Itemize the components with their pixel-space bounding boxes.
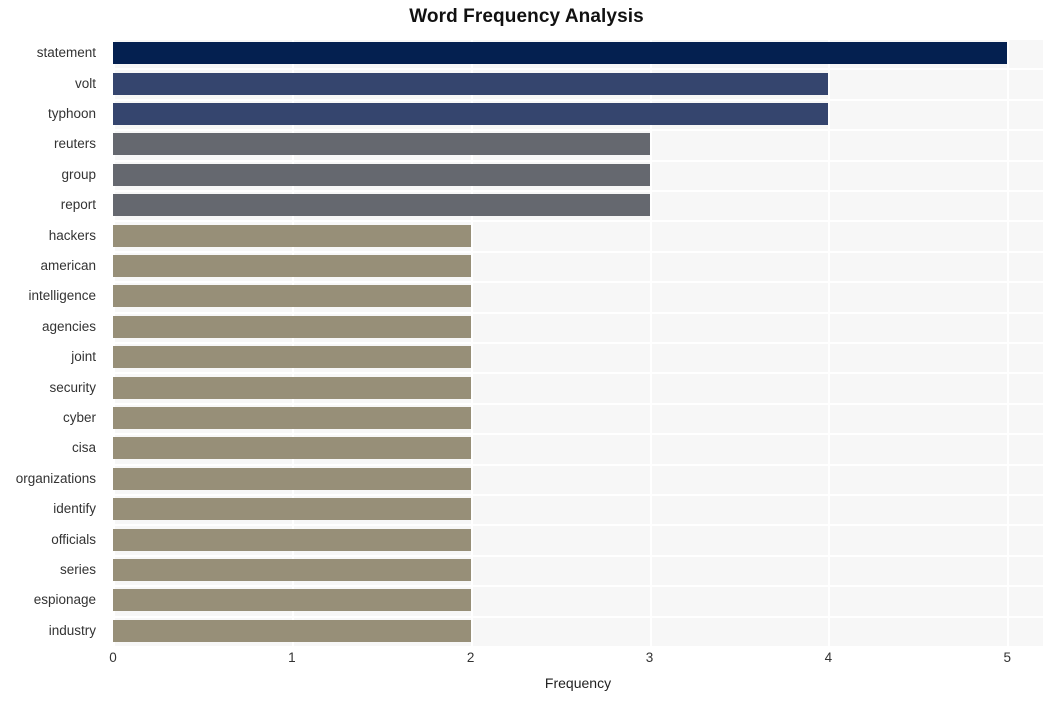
y-axis-tick-label: security	[49, 379, 96, 395]
bar	[113, 42, 1008, 65]
bar	[113, 133, 650, 156]
y-axis-tick-label: series	[59, 562, 96, 577]
bar	[113, 407, 471, 429]
bar	[113, 315, 471, 338]
y-axis-tick-label: american	[40, 258, 96, 273]
bar	[113, 528, 471, 551]
bar	[113, 559, 471, 581]
y-axis-tick-label: report	[60, 197, 96, 213]
y-axis-tick-labels: statement volt typhoon reuters group report ha…	[0, 38, 106, 646]
gridline-horizontal	[113, 311, 1043, 314]
y-axis-tick-label: reuters	[53, 136, 96, 152]
x-axis-title: Frequency	[544, 675, 612, 691]
gridline-horizontal	[113, 190, 1043, 192]
y-axis-tick-label: hackers	[48, 227, 96, 243]
y-axis-tick-label: identify	[53, 501, 96, 517]
bar	[113, 346, 471, 369]
y-axis-tick-label: typhoon	[47, 106, 96, 121]
x-axis-tick-label: 2	[466, 650, 475, 665]
bar	[113, 467, 471, 490]
bar	[113, 163, 650, 186]
bar	[113, 194, 650, 217]
gridline-horizontal	[113, 524, 1043, 527]
gridline-horizontal	[113, 250, 1043, 253]
x-axis-tick-labels: 0 1 2 3 4 5	[109, 650, 1043, 672]
gridline-horizontal	[113, 463, 1043, 466]
gridline-horizontal	[113, 98, 1043, 101]
bar	[113, 224, 471, 247]
y-axis-tick-label: officials	[51, 531, 96, 547]
gridline-horizontal	[113, 129, 1043, 132]
gridline-horizontal	[113, 281, 1043, 284]
gridline-horizontal	[113, 433, 1043, 436]
gridline-horizontal	[113, 342, 1043, 344]
y-axis-tick-label: cyber	[62, 410, 96, 425]
gridline-horizontal	[113, 615, 1043, 618]
bar	[113, 619, 471, 642]
bar	[113, 589, 471, 612]
gridline-horizontal	[113, 402, 1043, 405]
y-axis-tick-label: volt	[74, 75, 96, 91]
gridline-horizontal	[113, 220, 1043, 223]
gridline-horizontal	[113, 494, 1043, 496]
gridline-horizontal	[113, 372, 1043, 375]
x-axis-tick-label: 3	[645, 650, 654, 665]
x-axis-tick-label: 5	[1003, 650, 1011, 665]
bar	[113, 255, 471, 277]
plot-area	[113, 38, 1043, 646]
word-frequency-chart: Word Frequency Analysis statement volt typ…	[0, 0, 1053, 701]
bar	[113, 376, 471, 399]
bar	[113, 498, 471, 521]
gridline-horizontal	[113, 554, 1043, 557]
chart-title: Word Frequency Analysis	[409, 6, 644, 27]
gridline-horizontal	[113, 585, 1043, 588]
x-axis-tick-label: 4	[824, 650, 833, 665]
y-axis-tick-label: agencies	[41, 318, 96, 334]
bar	[113, 285, 471, 308]
x-axis-tick-label: 1	[288, 650, 296, 665]
gridline-horizontal	[113, 38, 1043, 40]
y-axis-tick-label: intelligence	[28, 288, 96, 304]
y-axis-tick-label: group	[61, 166, 96, 182]
x-axis-tick-label: 0	[109, 650, 117, 665]
bar	[113, 437, 471, 460]
y-axis-tick-label: organizations	[15, 470, 96, 486]
gridline-horizontal	[113, 68, 1043, 71]
y-axis-tick-label: cisa	[71, 440, 96, 456]
y-axis-tick-label: joint	[71, 349, 96, 365]
y-axis-tick-label: industry	[48, 622, 96, 638]
y-axis-tick-label: statement	[36, 45, 96, 61]
bar	[113, 103, 829, 125]
gridline-horizontal	[113, 159, 1043, 162]
y-axis-tick-label: espionage	[33, 592, 96, 608]
bar	[113, 72, 829, 95]
